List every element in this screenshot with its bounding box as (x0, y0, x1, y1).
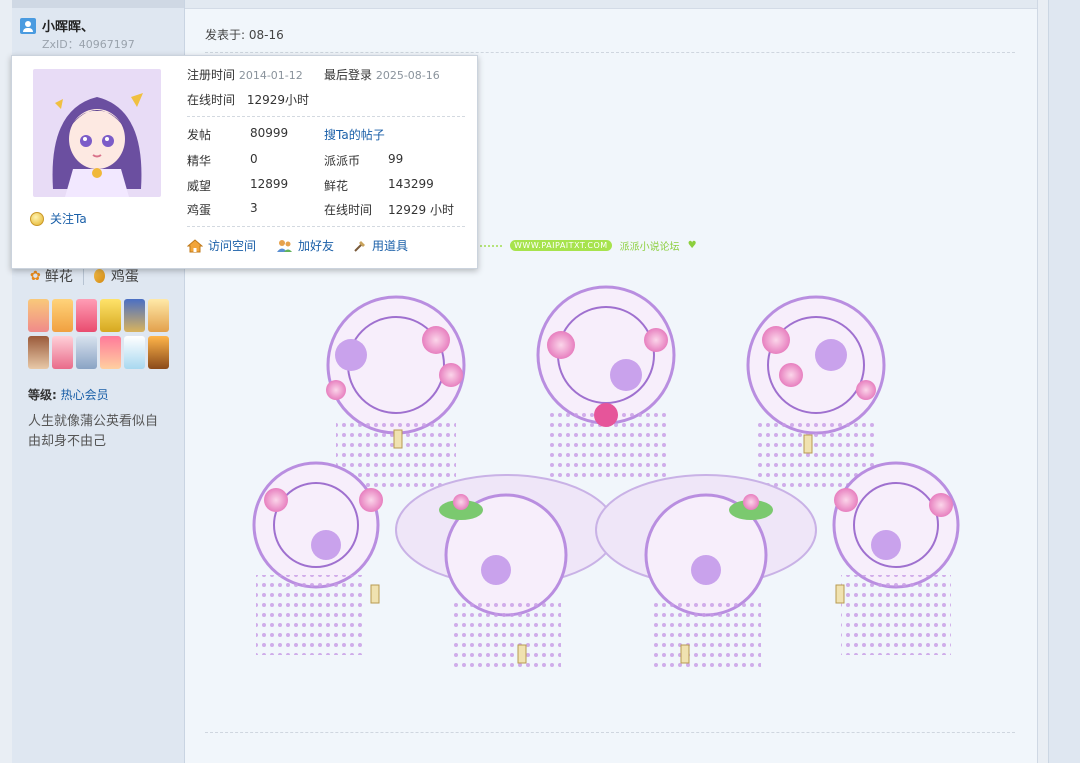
eggs-label[interactable]: 鸡蛋 (111, 266, 139, 286)
last-login-label: 最后登录 (324, 68, 373, 82)
home-icon (187, 238, 203, 252)
use-item-label[interactable]: 用道具 (372, 237, 408, 254)
lantern-ornament (395, 474, 617, 670)
stat-value: 12929 小时 (388, 203, 454, 217)
register-value: 2014-01-12 (238, 69, 303, 82)
flower-icon: ✿ (30, 268, 41, 284)
main-topbar (185, 0, 1037, 9)
right-panel (1048, 0, 1080, 763)
post-footer-divider (205, 732, 1015, 733)
sidebar-topbar (12, 0, 184, 8)
stat-value: 99 (388, 152, 404, 166)
last-login-value: 2025-08-16 (375, 69, 440, 82)
register-row: 注册时间 2014-01-12 (187, 66, 303, 83)
site-url-badge[interactable]: WWW.PAIPAITXT.COM (510, 240, 612, 251)
visit-space-label[interactable]: 访问空间 (208, 237, 256, 254)
heart-icon: ♥ (687, 240, 697, 251)
popup-divider (187, 116, 465, 117)
add-friend-label[interactable]: 加好友 (298, 237, 334, 254)
page-left-border (0, 0, 10, 763)
decorative-lantern-artwork (252, 285, 960, 670)
add-friend-button[interactable]: 加好友 (276, 237, 334, 254)
stat-label: 威望 (187, 179, 212, 193)
stat-value: 12899 (250, 177, 289, 191)
right-gutter (1038, 0, 1048, 763)
user-card-popup: 关注Ta 注册时间 2014-01-12 最后登录 2025-08-16 在线时… (11, 55, 478, 269)
user-avatar[interactable] (33, 69, 161, 197)
medal-badge[interactable] (148, 299, 169, 332)
follow-link[interactable]: 关注Ta (30, 210, 87, 227)
user-icon (20, 17, 36, 34)
lantern-ornament (326, 295, 466, 490)
lantern-ornament (252, 461, 383, 655)
medal-grid (28, 299, 170, 369)
friends-icon (277, 239, 292, 252)
follow-label[interactable]: 关注Ta (50, 210, 87, 227)
medal-badge[interactable] (148, 336, 169, 369)
stat-value: 0 (250, 152, 258, 166)
dotted-line (480, 244, 502, 247)
visit-space-button[interactable]: 访问空间 (187, 237, 256, 254)
medal-badge[interactable] (100, 299, 121, 332)
stat-label: 精华 (187, 154, 212, 168)
medal-badge[interactable] (100, 336, 121, 369)
online-time-row: 在线时间 12929小时 (187, 91, 309, 108)
author-name[interactable]: 小晖晖、 (42, 16, 94, 35)
lantern-ornament (832, 461, 960, 655)
lantern-ornament (746, 295, 886, 490)
medal-badge[interactable] (124, 336, 145, 369)
stat-value: 143299 (388, 177, 434, 191)
flowers-label[interactable]: 鲜花 (45, 266, 73, 286)
use-item-button[interactable]: 用道具 (353, 237, 408, 254)
author-name-row[interactable]: 小晖晖、 (20, 16, 94, 35)
post-date: 发表于: 08-16 (205, 28, 284, 42)
post-header-divider (205, 52, 1015, 53)
last-login-row: 最后登录 2025-08-16 (324, 66, 440, 83)
stat-value: 80999 (250, 126, 289, 140)
stat-separator (82, 267, 84, 285)
medal-badge[interactable] (76, 336, 97, 369)
search-posts-link[interactable]: 搜Ta的帖子 (324, 126, 385, 143)
forum-signature-bar: WWW.PAIPAITXT.COM 派派小说论坛 ♥ (480, 238, 697, 253)
level-value[interactable]: 热心会员 (61, 388, 109, 402)
author-zxid: ZxID：40967197 (42, 38, 135, 51)
online-time-label: 在线时间 (187, 93, 236, 107)
stat-label: 在线时间 (324, 203, 373, 217)
register-label: 注册时间 (187, 68, 236, 82)
online-time-value: 12929小时 (246, 93, 310, 107)
stat-label: 派派币 (324, 154, 361, 168)
medal-badge[interactable] (52, 299, 73, 332)
level-label: 等级: (28, 388, 57, 402)
site-name[interactable]: 派派小说论坛 (620, 238, 680, 253)
medal-badge[interactable] (124, 299, 145, 332)
stat-label: 鲜花 (324, 179, 349, 193)
gift-stats-row: ✿ 鲜花 鸡蛋 (30, 266, 139, 286)
stat-label: 鸡蛋 (187, 203, 212, 217)
member-level: 等级: 热心会员 (28, 386, 109, 403)
medal-badge[interactable] (52, 336, 73, 369)
lightbulb-icon (30, 211, 44, 226)
medal-badge[interactable] (28, 299, 49, 332)
author-signature: 人生就像蒲公英看似自由却身不由己 (28, 414, 159, 449)
stat-label: 发帖 (187, 128, 212, 142)
medal-badge[interactable] (28, 336, 49, 369)
medal-badge[interactable] (76, 299, 97, 332)
lantern-ornament (536, 285, 676, 480)
stat-value: 3 (250, 201, 258, 215)
lantern-ornament (595, 474, 817, 670)
wand-icon (354, 240, 365, 252)
popup-divider (187, 226, 465, 227)
egg-icon (93, 269, 105, 283)
